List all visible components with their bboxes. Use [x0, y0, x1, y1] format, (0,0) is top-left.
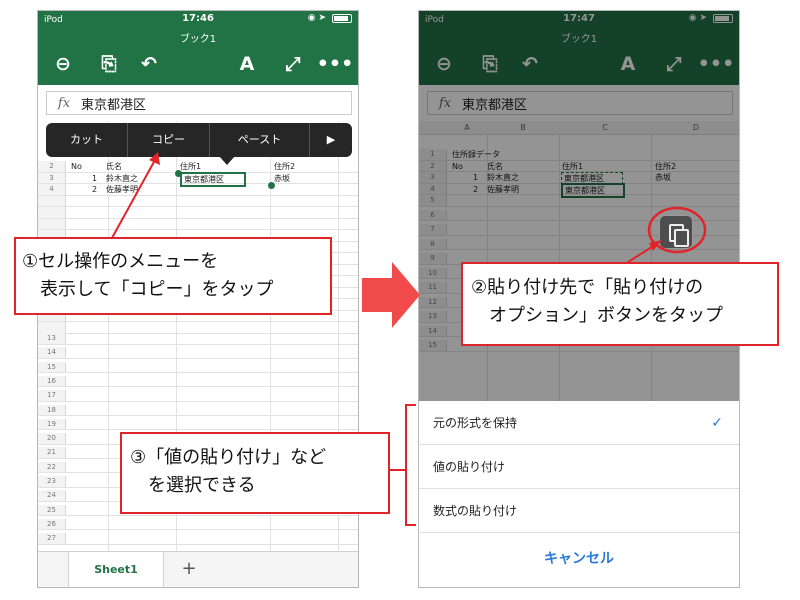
- callout-line: ③「値の貼り付け」など: [130, 447, 327, 468]
- callout-line: オプション」ボタンをタップ: [489, 305, 723, 326]
- options-bracket: [405, 404, 416, 526]
- pointer-arrow-2: [627, 244, 656, 263]
- callout-step-1: ①セル操作のメニューを 表示して「コピー」をタップ: [14, 237, 332, 315]
- transition-arrow-icon: [362, 262, 420, 328]
- pointer-arrow-1: [111, 159, 156, 239]
- callout-line: ②貼り付け先で「貼り付けの: [471, 277, 704, 298]
- callout-step-2: ②貼り付け先で「貼り付けの オプション」ボタンをタップ: [461, 262, 779, 346]
- callout-line: 表示して「コピー」をタップ: [40, 279, 274, 300]
- callout-line: ①セル操作のメニューを: [22, 251, 219, 272]
- pointer-arrowhead-2: [649, 240, 662, 251]
- pointer-arrowhead-1: [149, 152, 160, 165]
- callout-step-3: ③「値の貼り付け」など を選択できる: [120, 432, 390, 514]
- callout-line: を選択できる: [148, 475, 256, 496]
